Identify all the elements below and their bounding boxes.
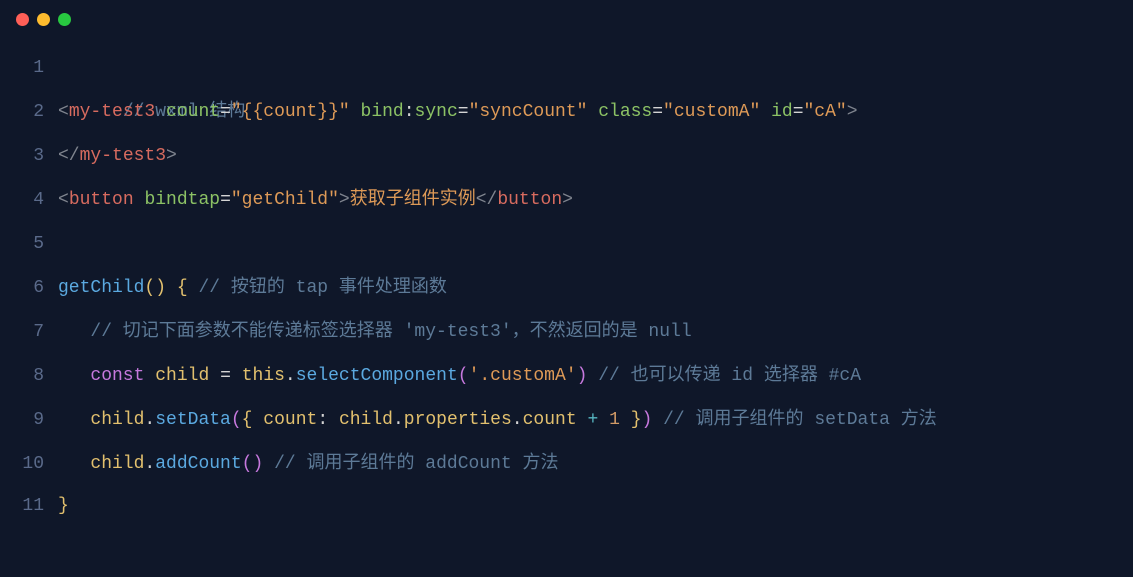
punct: >: [562, 190, 573, 210]
tag-name: my-test3: [80, 146, 166, 166]
attr-value: "getChild": [231, 190, 339, 210]
comment-text: // 切记下面参数不能传递标签选择器 'my-test3'，不然返回的是 nul…: [90, 322, 691, 342]
close-icon[interactable]: [16, 13, 29, 26]
line-number: 3: [0, 134, 58, 178]
punct: </: [476, 190, 498, 210]
punct: {: [242, 410, 253, 430]
comment-text: // 按钮的 tap 事件处理函数: [198, 278, 446, 298]
code-line: 5: [0, 222, 1133, 266]
punct: (): [242, 454, 264, 474]
line-number: 4: [0, 178, 58, 222]
tag-name: button: [497, 190, 562, 210]
maximize-icon[interactable]: [58, 13, 71, 26]
line-number: 8: [0, 354, 58, 398]
punct: </: [58, 146, 80, 166]
line-number: 2: [0, 90, 58, 134]
attr-name: class: [598, 102, 652, 122]
attr-value: "syncCount": [469, 102, 588, 122]
punct: <: [58, 190, 69, 210]
punct: >: [339, 190, 350, 210]
property: properties: [404, 410, 512, 430]
code-line: 4 <button bindtap="getChild">获取子组件实例</bu…: [0, 178, 1133, 222]
comment-text: // 也可以传递 id 选择器 #cA: [598, 366, 861, 386]
line-number: 9: [0, 398, 58, 442]
comment-text: // 调用子组件的 setData 方法: [663, 410, 937, 430]
method-name: setData: [155, 410, 231, 430]
attr-value: "customA": [663, 102, 760, 122]
property: count: [523, 410, 577, 430]
line-number: 1: [0, 46, 58, 90]
punct: }: [631, 410, 642, 430]
function-name: getChild: [58, 278, 144, 298]
attr-name: bind: [361, 102, 404, 122]
line-number: 6: [0, 266, 58, 310]
punct: >: [847, 102, 858, 122]
code-line: 10 child.addCount() // 调用子组件的 addCount 方…: [0, 442, 1133, 486]
punct: (): [144, 278, 166, 298]
method-name: selectComponent: [296, 366, 458, 386]
line-number: 10: [0, 442, 58, 486]
identifier: child: [155, 366, 209, 386]
code-editor[interactable]: 1 // wxml 结构 2 <my-test3 count="{{count}…: [0, 38, 1133, 526]
punct: ): [577, 366, 588, 386]
punct: }: [58, 496, 69, 516]
attr-name: id: [771, 102, 793, 122]
operator: +: [587, 410, 598, 430]
attr-name: bindtap: [144, 190, 220, 210]
line-number: 7: [0, 310, 58, 354]
object-key: count: [263, 410, 317, 430]
punct: ): [642, 410, 653, 430]
code-line: 9 child.setData({ count: child.propertie…: [0, 398, 1133, 442]
punct: (: [231, 410, 242, 430]
code-line: 6 getChild() { // 按钮的 tap 事件处理函数: [0, 266, 1133, 310]
identifier: child: [339, 410, 393, 430]
punct: >: [166, 146, 177, 166]
code-line: 8 const child = this.selectComponent('.c…: [0, 354, 1133, 398]
code-line: 7 // 切记下面参数不能传递标签选择器 'my-test3'，不然返回的是 n…: [0, 310, 1133, 354]
keyword: const: [90, 366, 144, 386]
attr-name: sync: [415, 102, 458, 122]
attr-name: count: [166, 102, 220, 122]
element-text: 获取子组件实例: [350, 190, 476, 210]
punct: {: [177, 278, 188, 298]
punct: <: [58, 102, 69, 122]
window-titlebar: [0, 0, 1133, 38]
attr-value: "{{count}}": [231, 102, 350, 122]
minimize-icon[interactable]: [37, 13, 50, 26]
line-number: 11: [0, 486, 58, 526]
code-line: 1 // wxml 结构: [0, 46, 1133, 90]
identifier: child: [90, 410, 144, 430]
code-line: 11 }: [0, 486, 1133, 526]
punct: (: [458, 366, 469, 386]
comment-text: // 调用子组件的 addCount 方法: [274, 454, 558, 474]
identifier: child: [90, 454, 144, 474]
method-name: addCount: [155, 454, 241, 474]
tag-name: button: [69, 190, 134, 210]
string-literal: '.customA': [469, 366, 577, 386]
attr-value: "cA": [804, 102, 847, 122]
number-literal: 1: [609, 410, 620, 430]
tag-name: my-test3: [69, 102, 155, 122]
line-number: 5: [0, 222, 58, 266]
keyword-this: this: [242, 366, 285, 386]
code-line: 2 <my-test3 count="{{count}}" bind:sync=…: [0, 90, 1133, 134]
code-line: 3 </my-test3>: [0, 134, 1133, 178]
